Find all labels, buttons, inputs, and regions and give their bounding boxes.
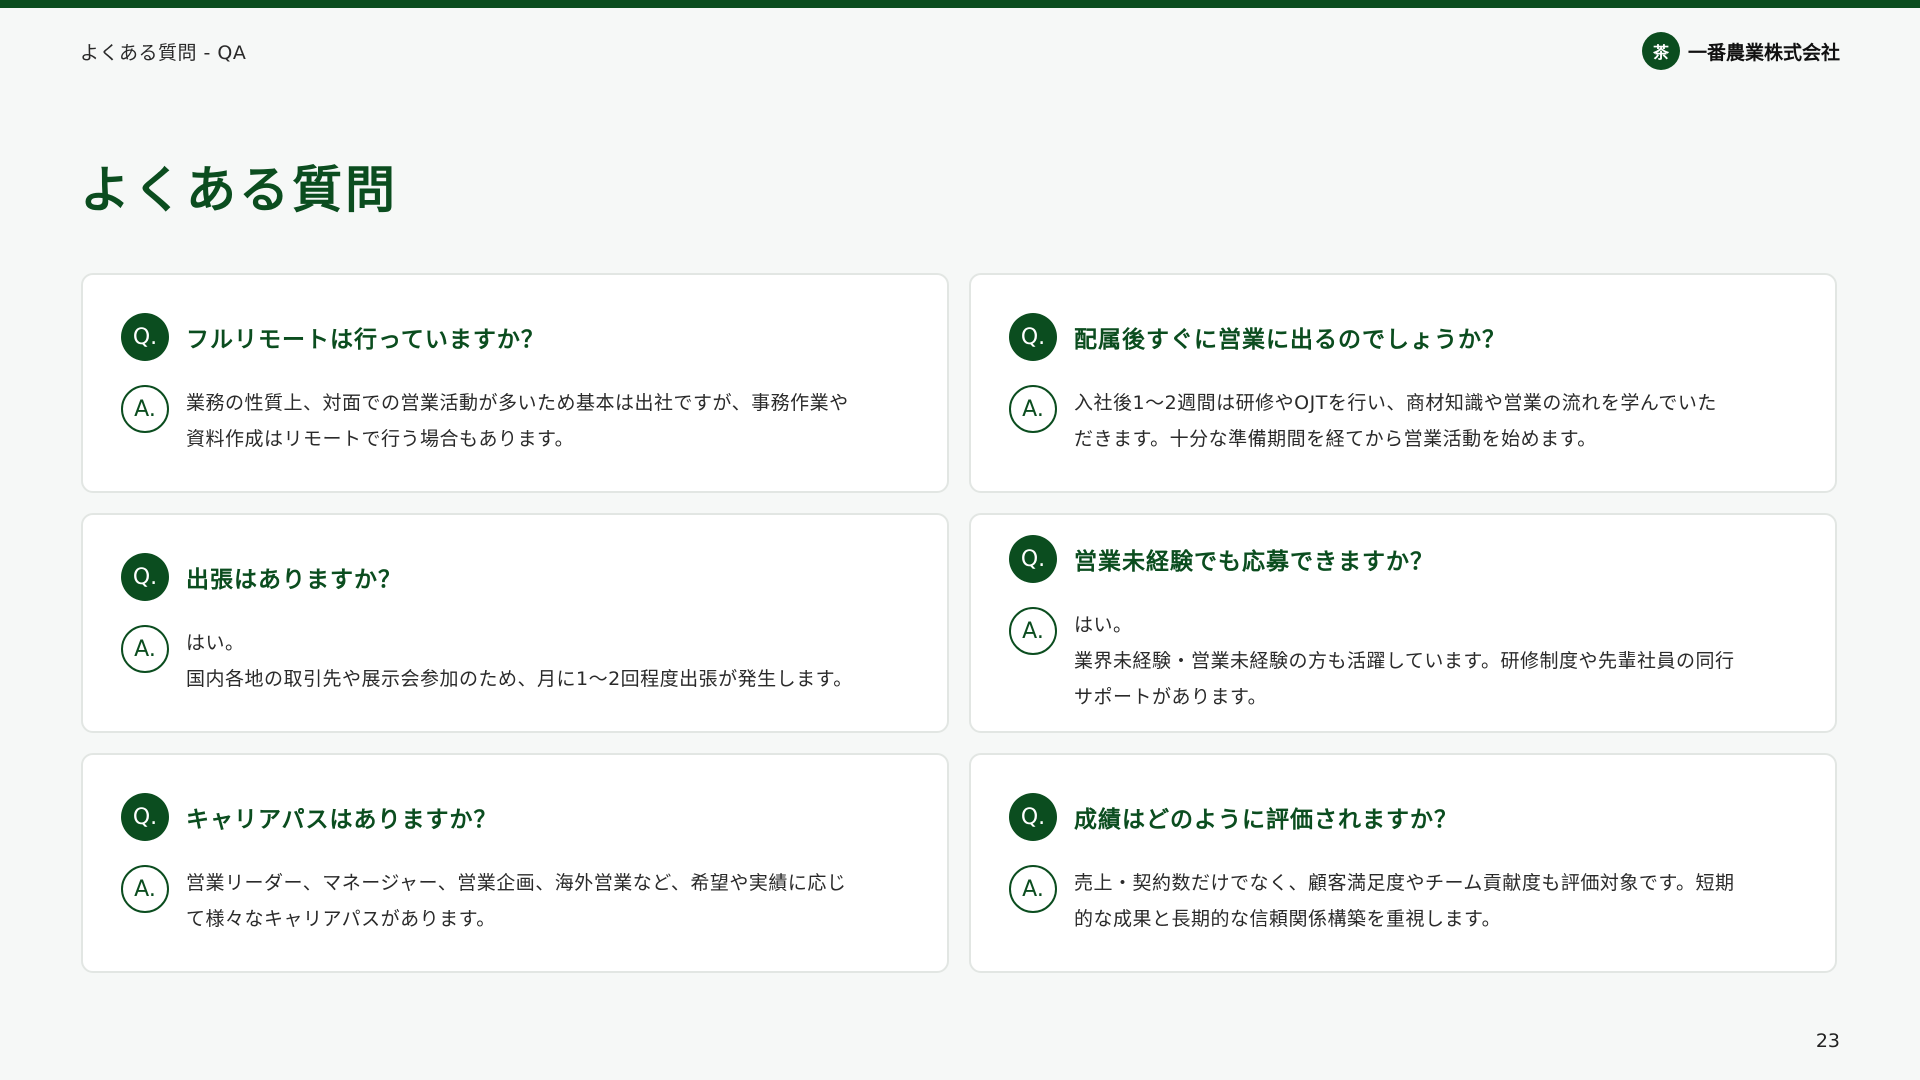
answer-line: 入社後1〜2週間は研修やOJTを行い、商材知識や営業の流れを学んでいた <box>1074 392 1717 414</box>
answer-line: 国内各地の取引先や展示会参加のため、月に1〜2回程度出張が発生します。 <box>186 668 853 690</box>
faq-question: Q. 営業未経験でも応募できますか？ <box>1009 535 1434 583</box>
faq-answer: A. 営業リーダー、マネージャー、営業企画、海外営業など、希望や実績に応じ て様… <box>121 865 917 937</box>
page-number: 23 <box>1815 1030 1840 1052</box>
answer-badge: A. <box>121 865 169 913</box>
answer-text: はい。 国内各地の取引先や展示会参加のため、月に1〜2回程度出張が発生します。 <box>186 625 853 697</box>
company-name: 一番農業株式会社 <box>1687 41 1840 64</box>
answer-badge: A. <box>1009 607 1057 655</box>
answer-line: だきます。十分な準備期間を経てから営業活動を始めます。 <box>1074 428 1597 450</box>
answer-line: 業務の性質上、対面での営業活動が多いため基本は出社ですが、事務作業や <box>186 392 849 414</box>
faq-answer: A. はい。 国内各地の取引先や展示会参加のため、月に1〜2回程度出張が発生しま… <box>121 625 917 697</box>
company-logo: 茶 一番農業株式会社 <box>1641 32 1840 70</box>
answer-line: 的な成果と長期的な信頼関係構築を重視します。 <box>1074 908 1502 930</box>
question-text: 営業未経験でも応募できますか？ <box>1074 549 1434 575</box>
tea-seal-icon: 茶 <box>1641 32 1680 70</box>
faq-question: Q. 出張はありますか？ <box>121 553 402 601</box>
answer-text: 業務の性質上、対面での営業活動が多いため基本は出社ですが、事務作業や 資料作成は… <box>186 385 849 457</box>
question-text: 配属後すぐに営業に出るのでしょうか？ <box>1074 327 1506 353</box>
faq-question: Q. 成績はどのように評価されますか？ <box>1009 793 1458 841</box>
question-badge: Q. <box>121 793 169 841</box>
answer-line: はい。 <box>186 632 245 654</box>
answer-line: 営業リーダー、マネージャー、営業企画、海外営業など、希望や実績に応じ <box>186 872 847 894</box>
faq-card: Q. キャリアパスはありますか？ A. 営業リーダー、マネージャー、営業企画、海… <box>81 753 949 973</box>
faq-answer: A. 業務の性質上、対面での営業活動が多いため基本は出社ですが、事務作業や 資料… <box>121 385 917 457</box>
top-accent-bar <box>0 0 1920 8</box>
page-title: よくある質問 <box>80 161 398 219</box>
answer-text: 営業リーダー、マネージャー、営業企画、海外営業など、希望や実績に応じ て様々なキ… <box>186 865 846 937</box>
header-label: よくある質問 - QA <box>80 42 247 64</box>
answer-line: 資料作成はリモートで行う場合もあります。 <box>186 428 575 450</box>
answer-text: 売上・契約数だけでなく、顧客満足度やチーム貢献度も評価対象です。短期 的な成果と… <box>1074 865 1735 937</box>
question-badge: Q. <box>121 313 169 361</box>
answer-badge: A. <box>1009 385 1057 433</box>
question-badge: Q. <box>1009 793 1057 841</box>
faq-card: Q. フルリモートは行っていますか？ A. 業務の性質上、対面での営業活動が多い… <box>81 273 949 493</box>
question-badge: Q. <box>1009 535 1057 583</box>
faq-answer: A. 売上・契約数だけでなく、顧客満足度やチーム貢献度も評価対象です。短期 的な… <box>1009 865 1805 937</box>
question-text: フルリモートは行っていますか？ <box>186 327 545 353</box>
faq-card: Q. 配属後すぐに営業に出るのでしょうか？ A. 入社後1〜2週間は研修やOJT… <box>969 273 1837 493</box>
question-text: キャリアパスはありますか？ <box>186 807 498 833</box>
faq-answer: A. はい。 業界未経験・営業未経験の方も活躍しています。研修制度や先輩社員の同… <box>1009 607 1805 715</box>
faq-question: Q. 配属後すぐに営業に出るのでしょうか？ <box>1009 313 1506 361</box>
question-text: 出張はありますか？ <box>186 567 402 593</box>
faq-answer: A. 入社後1〜2週間は研修やOJTを行い、商材知識や営業の流れを学んでいた だ… <box>1009 385 1805 457</box>
faq-card: Q. 営業未経験でも応募できますか？ A. はい。 業界未経験・営業未経験の方も… <box>969 513 1837 733</box>
answer-badge: A. <box>121 625 169 673</box>
faq-question: Q. フルリモートは行っていますか？ <box>121 313 545 361</box>
faq-card: Q. 成績はどのように評価されますか？ A. 売上・契約数だけでなく、顧客満足度… <box>969 753 1837 973</box>
answer-line: はい。 <box>1074 614 1133 636</box>
faq-question: Q. キャリアパスはありますか？ <box>121 793 498 841</box>
question-text: 成績はどのように評価されますか？ <box>1074 807 1458 833</box>
question-badge: Q. <box>121 553 169 601</box>
faq-card: Q. 出張はありますか？ A. はい。 国内各地の取引先や展示会参加のため、月に… <box>81 513 949 733</box>
answer-badge: A. <box>1009 865 1057 913</box>
answer-line: サポートがあります。 <box>1074 686 1268 708</box>
answer-line: て様々なキャリアパスがあります。 <box>186 908 496 930</box>
answer-line: 売上・契約数だけでなく、顧客満足度やチーム貢献度も評価対象です。短期 <box>1074 872 1735 894</box>
answer-text: はい。 業界未経験・営業未経験の方も活躍しています。研修制度や先輩社員の同行 サ… <box>1074 607 1735 715</box>
answer-badge: A. <box>121 385 169 433</box>
answer-text: 入社後1〜2週間は研修やOJTを行い、商材知識や営業の流れを学んでいた だきます… <box>1074 385 1717 457</box>
answer-line: 業界未経験・営業未経験の方も活躍しています。研修制度や先輩社員の同行 <box>1074 650 1735 672</box>
question-badge: Q. <box>1009 313 1057 361</box>
